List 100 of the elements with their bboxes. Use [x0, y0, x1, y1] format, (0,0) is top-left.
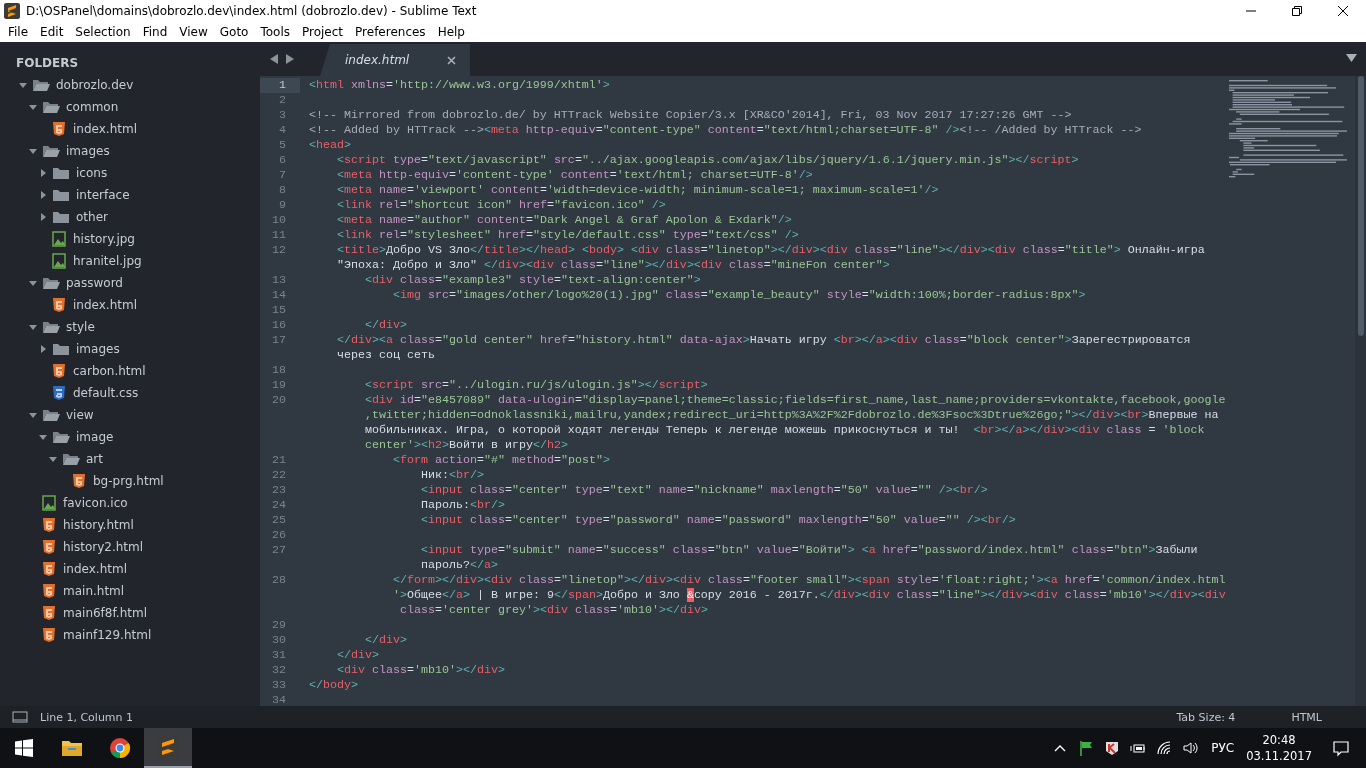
panel-icon[interactable]	[12, 711, 28, 723]
menu-item[interactable]: Goto	[213, 25, 255, 39]
caret-icon[interactable]	[28, 322, 38, 332]
shield-icon	[52, 121, 66, 137]
menu-item[interactable]: Find	[136, 25, 174, 39]
folder-name[interactable]: dobrozlo.dev	[56, 78, 134, 92]
code-line: <html xmlns='http://www.w3.org/1999/xhtml'>	[309, 78, 610, 93]
code-line: ,twitter;hidden=odnoklassniki,mailru,yandex;redirect_uri=http%3A%2F%2Fdobrozlo.de%3Fsoc%3Dtrue%26go;"></div><br>Впервые на	[365, 408, 1219, 423]
caret-icon[interactable]	[38, 168, 48, 178]
line-number: 29	[271, 618, 287, 633]
menu-item[interactable]: Edit	[34, 25, 70, 39]
input-language[interactable]: РУС	[1211, 741, 1235, 755]
caret-icon[interactable]	[1346, 54, 1357, 62]
tab-size[interactable]: Tab Size: 4	[1176, 710, 1236, 724]
file-name[interactable]: main6f8f.html	[63, 606, 147, 620]
file-name[interactable]: index.html	[73, 298, 137, 312]
code-line: </body>	[309, 678, 358, 693]
file-name[interactable]: favicon.ico	[63, 496, 128, 510]
line-number: 32	[271, 663, 287, 678]
folder-icon	[32, 78, 50, 92]
app-logo-icon	[4, 3, 20, 19]
line-number: 6	[278, 153, 287, 168]
file-name[interactable]: index.html	[63, 562, 127, 576]
caret-icon[interactable]	[28, 278, 38, 288]
folder-icon	[42, 320, 60, 334]
line-number: 12	[271, 243, 287, 258]
caret-icon[interactable]	[38, 344, 48, 354]
folder-name[interactable]: interface	[76, 188, 130, 202]
file-name[interactable]: main.html	[63, 584, 125, 598]
editor-tab[interactable]: index.html	[320, 44, 470, 76]
scrollbar-thumb[interactable]	[1357, 76, 1364, 336]
folder-name[interactable]: other	[76, 210, 108, 224]
menu-item[interactable]: File	[2, 25, 35, 39]
wifi-icon[interactable]	[1156, 740, 1173, 756]
code-line: <div id="e8457089" data-ulogin="display=panel;theme=classic;fields=first_name,last_name;providers=vkontakte,facebook,google	[363, 393, 1226, 408]
code-line: </div>	[363, 633, 407, 648]
file-name[interactable]: mainf129.html	[63, 628, 152, 642]
caret-icon[interactable]	[38, 212, 48, 222]
line-number: 14	[271, 288, 287, 303]
file-name[interactable]: bg-prg.html	[93, 474, 164, 488]
line-number: 3	[278, 108, 287, 123]
line-number: 34	[271, 693, 287, 708]
taskbar-app[interactable]	[144, 728, 192, 768]
line-number: 24	[271, 498, 287, 513]
menu-item[interactable]: Selection	[69, 25, 137, 39]
caret-icon[interactable]	[28, 146, 38, 156]
menu-item[interactable]: View	[173, 25, 214, 39]
menu-item[interactable]: Preferences	[349, 25, 432, 39]
folder-name[interactable]: password	[66, 276, 123, 290]
menu-item[interactable]: Help	[431, 25, 471, 39]
shield-icon	[42, 583, 56, 599]
code-line: пароль?</a>	[421, 558, 498, 573]
caret-icon[interactable]	[38, 432, 48, 442]
speaker-icon[interactable]	[1182, 740, 1199, 756]
file-name[interactable]: carbon.html	[73, 364, 146, 378]
shield-icon[interactable]	[1104, 740, 1121, 756]
line-number: 15	[271, 303, 287, 318]
code-line: мобильниках. Игра, о которой ходят легенды Теперь к легенде можешь прикоснуться и ты! <br></a></div><div class = 'block	[365, 423, 1205, 438]
file-name[interactable]: hranitel.jpg	[73, 254, 142, 268]
folder-name[interactable]: view	[66, 408, 94, 422]
caret-icon[interactable]	[48, 454, 58, 464]
folder-name[interactable]: images	[76, 342, 120, 356]
shield-icon	[52, 297, 66, 313]
code-line: <head>	[309, 138, 351, 153]
file-name[interactable]: index.html	[73, 122, 137, 136]
arrow-right-icon[interactable]	[285, 54, 294, 64]
folder-name[interactable]: style	[66, 320, 95, 334]
line-number: 5	[278, 138, 287, 153]
caret-icon[interactable]	[28, 102, 38, 112]
line-number: 23	[271, 483, 287, 498]
line-number: 8	[278, 183, 287, 198]
line-number: 25	[271, 513, 287, 528]
arrow-left-icon[interactable]	[270, 54, 279, 64]
caret-icon[interactable]	[38, 190, 48, 200]
shield-icon	[42, 627, 56, 643]
close-icon[interactable]	[447, 55, 456, 65]
shield-icon	[42, 539, 56, 555]
folder-name[interactable]: image	[76, 430, 114, 444]
file-name[interactable]: history.html	[63, 518, 134, 532]
file-name[interactable]: history2.html	[63, 540, 144, 554]
syntax-label[interactable]: HTML	[1291, 710, 1322, 724]
folder-icon	[52, 342, 70, 356]
file-name[interactable]: default.css	[73, 386, 139, 400]
clock-date[interactable]: 03.11.2017	[1246, 748, 1312, 764]
clock-time[interactable]: 20:48	[1262, 732, 1296, 748]
folder-icon	[52, 210, 70, 224]
line-number: 17	[271, 333, 287, 348]
shield-icon	[42, 605, 56, 621]
message-icon[interactable]	[1332, 739, 1350, 757]
folder-name[interactable]: art	[86, 452, 103, 466]
folder-name[interactable]: common	[66, 100, 119, 114]
menu-item[interactable]: Tools	[254, 25, 296, 39]
file-name[interactable]: history.jpg	[73, 232, 135, 246]
caret-icon[interactable]	[18, 80, 28, 90]
caret-icon[interactable]	[28, 410, 38, 420]
folder-name[interactable]: images	[66, 144, 110, 158]
folder-name[interactable]: icons	[76, 166, 108, 180]
flag-icon[interactable]	[1078, 740, 1095, 756]
line-number: 2	[278, 93, 287, 108]
menu-item[interactable]: Project	[296, 25, 350, 39]
